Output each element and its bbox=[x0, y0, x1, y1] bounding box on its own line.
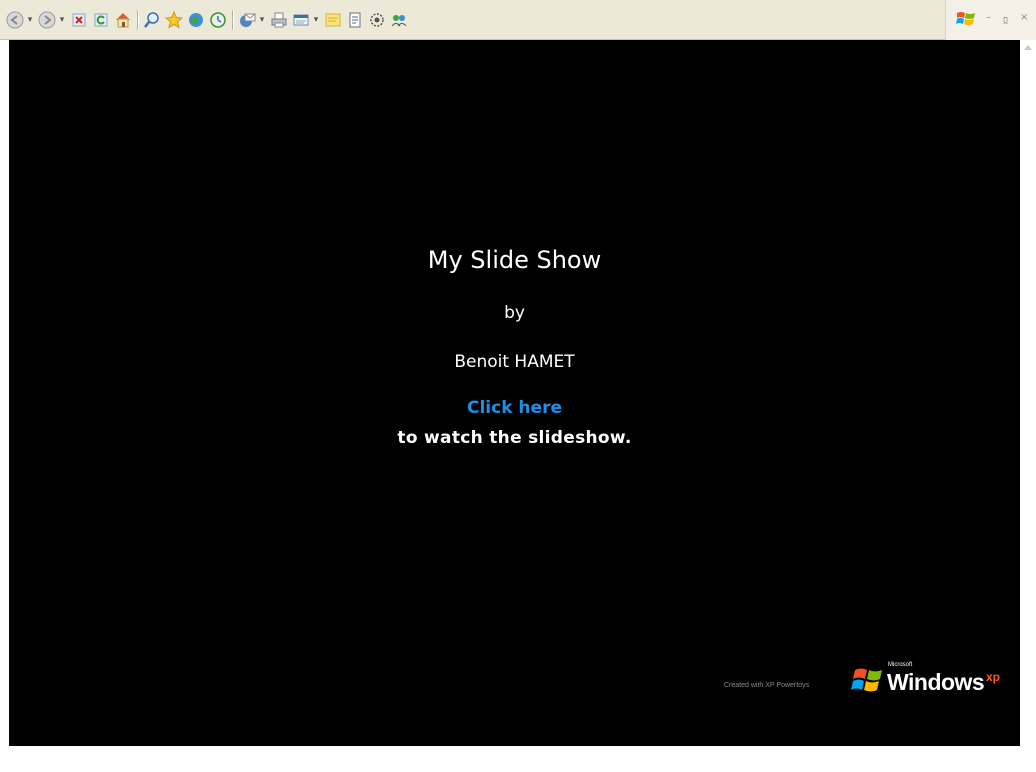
people-icon bbox=[391, 15, 407, 27]
stop-icon bbox=[72, 13, 86, 27]
messenger-icon bbox=[370, 13, 384, 27]
history-icon bbox=[210, 12, 226, 28]
stop-button[interactable] bbox=[68, 9, 90, 31]
vertical-scrollbar[interactable] bbox=[1020, 40, 1036, 746]
favorites-button[interactable] bbox=[163, 9, 185, 31]
click-here-link[interactable]: Click here bbox=[9, 398, 1020, 418]
mail-dropdown-icon[interactable]: ▾ bbox=[258, 9, 266, 31]
research-icon bbox=[349, 12, 361, 28]
slideshow-page: My Slide Show by Benoit HAMET Click here… bbox=[9, 40, 1020, 746]
windows-flag-icon bbox=[956, 10, 976, 32]
mail-icon bbox=[240, 13, 256, 27]
scroll-up-icon[interactable] bbox=[1024, 45, 1032, 50]
restore-button[interactable]: ﾛ bbox=[1003, 12, 1008, 27]
research-button[interactable] bbox=[344, 9, 366, 31]
search-icon bbox=[144, 12, 159, 28]
slideshow-description: to watch the slideshow. bbox=[397, 428, 632, 448]
refresh-button[interactable] bbox=[90, 9, 112, 31]
search-button[interactable] bbox=[141, 9, 163, 31]
home-button[interactable] bbox=[112, 9, 134, 31]
toolbar-buttons: ▾ ▾ ▾ ▾ bbox=[4, 9, 410, 31]
back-dropdown-icon[interactable]: ▾ bbox=[26, 9, 34, 31]
media-button[interactable] bbox=[185, 9, 207, 31]
forward-arrow-icon bbox=[38, 11, 56, 29]
history-button[interactable] bbox=[207, 9, 229, 31]
toolbar-separator bbox=[232, 10, 233, 30]
close-button[interactable]: × bbox=[1020, 12, 1028, 23]
toolbar-right-area: – ﾛ × bbox=[945, 0, 1036, 40]
home-icon bbox=[116, 13, 130, 28]
edit-dropdown-icon[interactable]: ▾ bbox=[312, 9, 320, 31]
discuss-button[interactable] bbox=[322, 9, 344, 31]
print-icon bbox=[271, 12, 287, 28]
refresh-icon bbox=[94, 13, 108, 27]
page-title: My Slide Show bbox=[427, 246, 602, 274]
back-button[interactable] bbox=[4, 9, 26, 31]
star-icon bbox=[165, 11, 183, 29]
toolbar-separator bbox=[137, 10, 138, 30]
minimize-button[interactable]: – bbox=[986, 12, 991, 23]
edit-button[interactable] bbox=[290, 9, 312, 31]
messenger-button[interactable] bbox=[366, 9, 388, 31]
microsoft-label: Microsoft bbox=[888, 662, 913, 668]
people-button[interactable] bbox=[388, 9, 410, 31]
back-arrow-icon bbox=[6, 11, 24, 29]
print-button[interactable] bbox=[268, 9, 290, 31]
browser-toolbar: ▾ ▾ ▾ ▾ – ﾛ × bbox=[0, 0, 1036, 40]
mail-button[interactable] bbox=[236, 9, 258, 31]
media-globe-icon bbox=[189, 13, 203, 27]
notes-icon bbox=[325, 13, 341, 27]
xp-superscript: xp bbox=[986, 670, 1001, 684]
windows-wordmark: Windows bbox=[887, 669, 985, 695]
by-label: by bbox=[504, 303, 525, 323]
forward-button[interactable] bbox=[36, 9, 58, 31]
author-name: Benoit HAMET bbox=[454, 352, 575, 372]
bottom-margin bbox=[0, 746, 1036, 772]
edit-icon bbox=[293, 14, 309, 26]
credit-text: Created with XP Powertoys bbox=[724, 682, 810, 689]
forward-dropdown-icon[interactable]: ▾ bbox=[58, 9, 66, 31]
